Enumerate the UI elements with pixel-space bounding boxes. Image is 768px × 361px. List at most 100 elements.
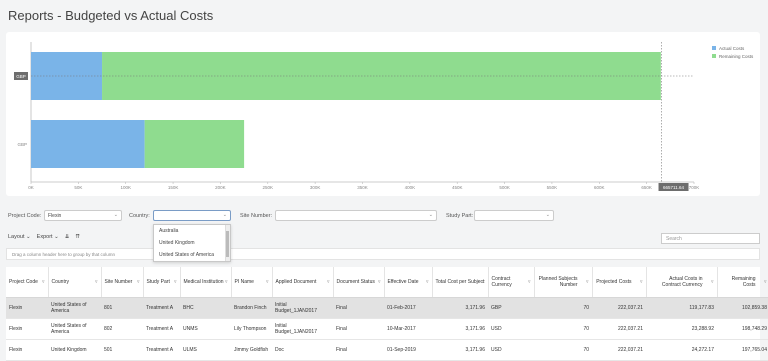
x-tick-label: 650K (641, 185, 652, 190)
site-number-select[interactable]: ⌄ (275, 210, 437, 221)
legend-item-actual[interactable]: Actual Costs (712, 44, 753, 52)
table-cell: 222,037.21 (592, 297, 646, 319)
filter-icon[interactable]: ▿ (225, 279, 228, 285)
header-label: Applied Document (275, 278, 317, 285)
export-menu[interactable]: Export ⌄ (37, 234, 59, 240)
filter-icon[interactable]: ▿ (42, 279, 45, 285)
col-header-actual-costs[interactable]: Actual Costs in Contract Currency ▿ (646, 267, 718, 298)
x-tick-label: 250K (263, 185, 274, 190)
col-header-applied-document[interactable]: Applied Document ▿ (272, 267, 334, 298)
header-label: Site Number (104, 278, 133, 285)
crosshair-y-label: GBP (16, 74, 26, 79)
table-cell: 222,037.21 (592, 339, 646, 361)
stacked-bar-chart: 0K 50K 100K 150K 200K 250K 300K 350K 400K 450K 500… (6, 32, 760, 196)
col-header-pi-name[interactable]: PI Name ▿ (231, 267, 273, 298)
col-header-site-number[interactable]: Site Number ▿ (101, 267, 144, 298)
filter-icon[interactable]: ▿ (327, 279, 330, 285)
header-row: Project Code ▿ Country ▿ Site Number ▿ Stud… (6, 267, 768, 298)
table-cell: Flexin (6, 339, 48, 361)
header-label: Medical Institution (183, 278, 224, 285)
filter-icon[interactable]: ▿ (528, 279, 531, 285)
table-cell: 01-Sep-2019 (384, 339, 432, 361)
filter-icon[interactable]: ▿ (426, 279, 429, 285)
table-row[interactable]: Flexin United States of America 801 Treatme… (6, 297, 768, 319)
collapse-all-icon[interactable]: ⇊ (65, 234, 70, 240)
table-cell: Initial Budget_1JAN2017 (272, 297, 333, 319)
table-cell: 501 (101, 339, 143, 361)
project-code-select[interactable]: Flexin ⌄ (44, 210, 122, 221)
table-cell: 3,171.96 (432, 339, 488, 361)
col-header-document-status[interactable]: Document Status ▿ (333, 267, 385, 298)
country-select[interactable]: ⌄ (153, 210, 231, 221)
header-label: Project Code (9, 278, 38, 285)
table-cell: Flexin (6, 318, 48, 340)
crosshair-x-label: 665711.64 (663, 185, 684, 190)
col-header-planned-subjects[interactable]: Planned Subjects Number ▿ (534, 267, 593, 298)
dropdown-scrollbar[interactable] (225, 225, 230, 261)
study-part-select[interactable]: ⌄ (474, 210, 554, 221)
country-option[interactable]: Australia (154, 225, 230, 237)
page-title: Reports - Budgeted vs Actual Costs (8, 8, 214, 23)
header-label: Total Cost per Subject (435, 278, 485, 285)
col-header-effective-date[interactable]: Effective Date ▿ (384, 267, 433, 298)
x-tick-label: 300K (310, 185, 321, 190)
country-option[interactable]: United Kingdom (154, 237, 230, 249)
bar-remaining-costs (144, 120, 245, 168)
x-tick-label: 550K (547, 185, 558, 190)
header-label: Projected Costs (596, 278, 632, 285)
table-cell: Final (333, 297, 384, 319)
country-label: Country: (129, 213, 150, 219)
search-input[interactable]: Search (661, 233, 760, 244)
filter-icon[interactable]: ▿ (266, 279, 269, 285)
scrollbar-thumb[interactable] (226, 231, 229, 257)
filter-icon[interactable]: ▿ (95, 279, 98, 285)
table-cell: Treatment A (143, 318, 180, 340)
filter-icon[interactable]: ▿ (640, 279, 643, 285)
layout-menu[interactable]: Layout ⌄ (8, 234, 31, 240)
header-label: Study Part (146, 278, 170, 285)
col-header-country[interactable]: Country ▿ (48, 267, 102, 298)
col-header-project-code[interactable]: Project Code ▿ (6, 267, 49, 298)
col-header-projected-costs[interactable]: Projected Costs ▿ (592, 267, 647, 298)
x-tick-label: 500K (499, 185, 510, 190)
table-cell: United Kingdom (48, 339, 101, 361)
table-cell: 01-Feb-2017 (384, 297, 432, 319)
table-cell: 198,748.29 (717, 318, 768, 340)
project-code-value: Flexin (48, 213, 62, 219)
chevron-down-icon: ⌄ (428, 212, 433, 218)
table-cell: Jimmy Goldfish (231, 339, 272, 361)
col-header-contract-currency[interactable]: Contract Currency ▿ (488, 267, 535, 298)
table-cell: Final (333, 318, 384, 340)
col-header-medical-institution[interactable]: Medical Institution ▿ (180, 267, 232, 298)
country-option[interactable]: United States of America (154, 249, 230, 261)
export-label: Export (36, 234, 53, 240)
table-row[interactable]: Flexin United States of America 802 Treatme… (6, 318, 768, 340)
legend-label-actual: Actual Costs (719, 45, 745, 51)
filter-icon[interactable]: ▿ (482, 279, 485, 285)
filter-icon[interactable]: ▿ (586, 279, 589, 285)
x-tick-label: 200K (215, 185, 226, 190)
filter-icon[interactable]: ▿ (711, 279, 714, 285)
group-panel[interactable]: Drag a column header here to group by th… (6, 248, 760, 260)
filter-icon[interactable]: ▿ (137, 279, 140, 285)
table-row[interactable]: Flexin United Kingdom 501 Treatment A ULMS Ji… (6, 339, 768, 361)
filter-icon[interactable]: ▿ (764, 279, 767, 285)
col-header-total-cost[interactable]: Total Cost per Subject ▿ (432, 267, 489, 298)
y-tick-label: GBP (17, 142, 27, 147)
table-cell: 10-Mar-2017 (384, 318, 432, 340)
table-cell: 3,171.96 (432, 318, 488, 340)
legend-item-remaining[interactable]: Remaining Costs (712, 52, 753, 60)
x-tick-label: 700K (689, 185, 700, 190)
table-cell: 119,177.83 (646, 297, 717, 319)
chevron-down-icon: ⌄ (113, 212, 118, 218)
table-cell: ULMS (180, 339, 231, 361)
x-tick-label: 350K (357, 185, 368, 190)
bar-actual-costs (31, 120, 145, 168)
x-tick-label: 450K (452, 185, 463, 190)
col-header-study-part[interactable]: Study Part ▿ (143, 267, 181, 298)
expand-all-icon[interactable]: ⇈ (75, 234, 80, 240)
filter-icon[interactable]: ▿ (378, 279, 381, 285)
col-header-remaining-costs[interactable]: Remaining Costs ▿ (717, 267, 768, 298)
filter-icon[interactable]: ▿ (174, 279, 177, 285)
x-tick-label: 600K (594, 185, 605, 190)
